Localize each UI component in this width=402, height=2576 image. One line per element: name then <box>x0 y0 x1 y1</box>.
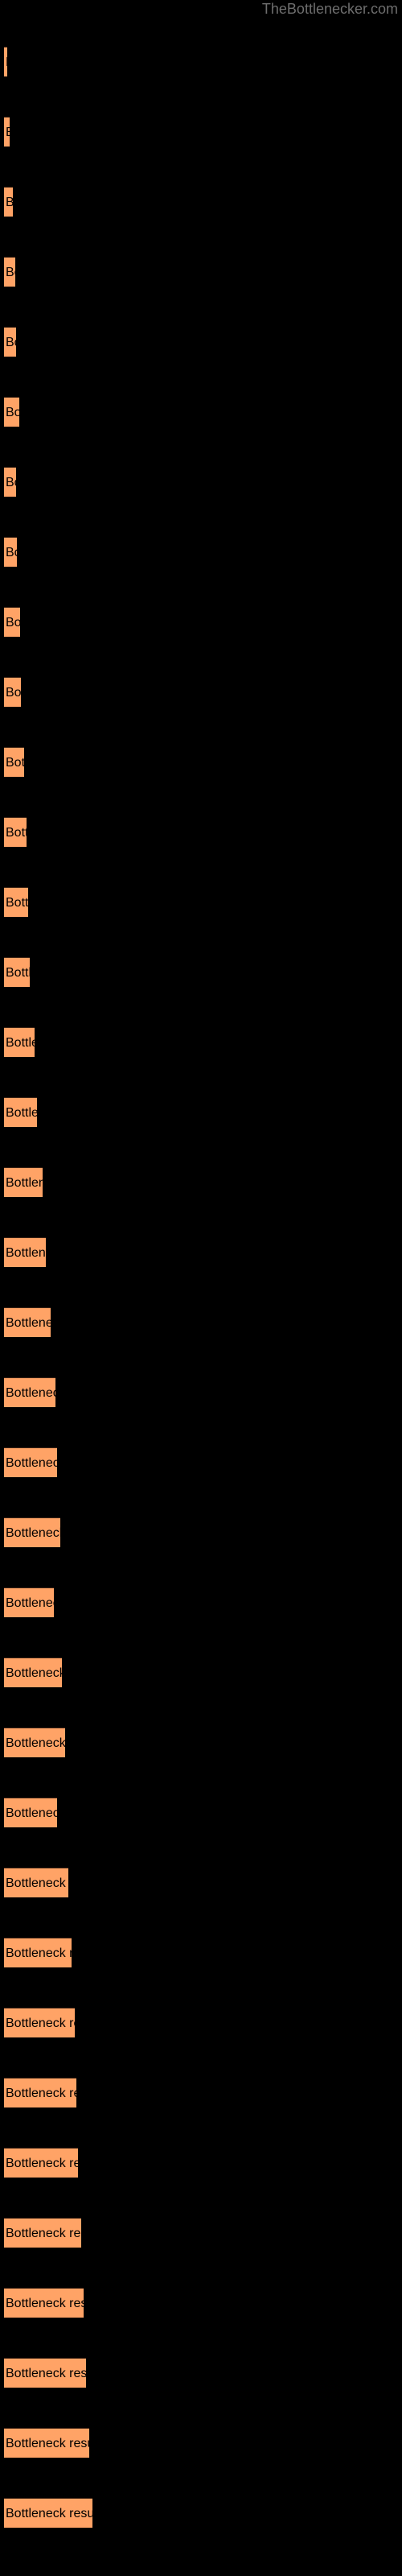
bar-label: Bottleneck result <box>6 756 24 770</box>
bar: Bottleneck result <box>4 957 30 987</box>
bar: Bottleneck result <box>4 537 17 567</box>
chart-page: TheBottlenecker.com Bottleneck resultBot… <box>0 0 402 2576</box>
bar: Bottleneck result <box>4 1167 43 1197</box>
bar: Bottleneck result <box>4 117 10 147</box>
bar-label: Bottleneck result <box>6 2367 86 2380</box>
bar-label: Bottleneck result <box>6 1526 60 1540</box>
bar-label: Bottleneck result <box>6 2507 92 2520</box>
bar-label: Bottleneck result <box>6 2297 84 2310</box>
bar-label: Bottleneck result <box>6 1456 57 1470</box>
bar: Bottleneck result <box>4 187 13 217</box>
bar: Bottleneck result <box>4 607 20 637</box>
bar: Bottleneck result <box>4 1938 72 1967</box>
bar-label: Bottleneck result <box>6 1876 68 1890</box>
bar: Bottleneck result <box>4 2078 76 2107</box>
bar-label: Bottleneck result <box>6 1246 46 1260</box>
bar: Bottleneck result <box>4 1657 62 1687</box>
bar: Bottleneck result <box>4 2148 78 2178</box>
bar: Bottleneck result <box>4 2498 92 2528</box>
bar: Bottleneck result <box>4 1237 46 1267</box>
bar-label: Bottleneck result <box>6 266 15 279</box>
bar: Bottleneck result <box>4 327 16 357</box>
bar-label: Bottleneck result <box>6 2017 75 2030</box>
bar-label: Bottleneck result <box>6 546 17 559</box>
bar-label: Bottleneck result <box>6 55 7 70</box>
bar-label: Bottleneck result <box>6 1596 54 1610</box>
bar: Bottleneck result <box>4 747 24 777</box>
bar: Bottleneck result <box>4 257 15 287</box>
bar-label: Bottleneck result <box>6 406 19 419</box>
bar-label: Bottleneck result <box>6 1316 51 1330</box>
bar: Bottleneck result <box>4 1517 60 1547</box>
bar-label: Bottleneck result <box>6 1666 62 1680</box>
bar-label: Bottleneck result <box>6 1036 35 1050</box>
bar: Bottleneck result <box>4 1798 57 1827</box>
bar: Bottleneck result <box>4 1377 55 1407</box>
bar: Bottleneck result <box>4 2358 86 2388</box>
horizontal-bar-chart: Bottleneck result Bottleneck result Bottle… <box>0 0 402 2576</box>
bar: Bottleneck result <box>4 1307 51 1337</box>
bar: Bottleneck result <box>4 47 7 76</box>
bar: Bottleneck result <box>4 2008 75 2037</box>
bar: Bottleneck result <box>4 1097 37 1127</box>
bar-label: Bottleneck result <box>6 616 20 630</box>
bar-label: Bottleneck result <box>6 125 10 140</box>
bar: Bottleneck result <box>4 817 27 847</box>
bar: Bottleneck result <box>4 1447 57 1477</box>
bar-label: Bottleneck result <box>6 195 13 210</box>
bar: Bottleneck result <box>4 397 19 427</box>
bar: Bottleneck result <box>4 1027 35 1057</box>
bar: Bottleneck result <box>4 2218 81 2248</box>
bar-label: Bottleneck result <box>6 1946 72 1960</box>
bar: Bottleneck result <box>4 677 21 707</box>
bar: Bottleneck result <box>4 467 16 497</box>
bar: Bottleneck result <box>4 1587 54 1617</box>
bar: Bottleneck result <box>4 1728 65 1757</box>
bar-label: Bottleneck result <box>6 2157 78 2170</box>
bar-label: Bottleneck result <box>6 2227 81 2240</box>
bar-label: Bottleneck result <box>6 1386 55 1400</box>
bar-label: Bottleneck result <box>6 896 28 910</box>
bar: Bottleneck result <box>4 2428 89 2458</box>
bar: Bottleneck result <box>4 1868 68 1897</box>
bar-label: Bottleneck result <box>6 476 16 489</box>
bar-label: Bottleneck result <box>6 336 16 349</box>
bar: Bottleneck result <box>4 2288 84 2318</box>
bar-label: Bottleneck result <box>6 2437 89 2450</box>
bar-label: Bottleneck result <box>6 2087 76 2100</box>
bar-label: Bottleneck result <box>6 686 21 700</box>
bar-label: Bottleneck result <box>6 966 30 980</box>
bar-label: Bottleneck result <box>6 1806 57 1820</box>
bar: Bottleneck result <box>4 887 28 917</box>
bar-label: Bottleneck result <box>6 1176 43 1190</box>
bar-label: Bottleneck result <box>6 826 27 840</box>
bar-label: Bottleneck result <box>6 1736 65 1750</box>
bar-label: Bottleneck result <box>6 1106 37 1120</box>
